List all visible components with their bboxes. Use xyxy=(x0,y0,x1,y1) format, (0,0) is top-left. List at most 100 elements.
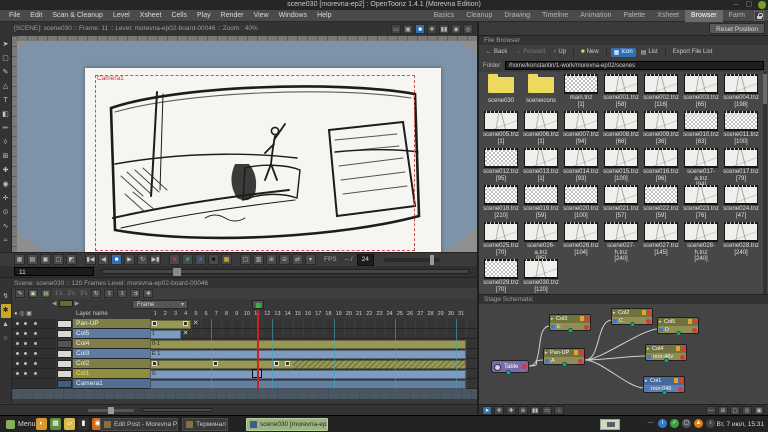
green-channel-button[interactable]: ■ xyxy=(182,254,193,265)
scene-file-item[interactable]: scene011.tnz[100] xyxy=(721,111,761,145)
scene-file-item[interactable]: scene027-h.tnz[240] xyxy=(601,222,641,263)
schematic-center-icon[interactable]: ◎ xyxy=(742,406,752,415)
input-port[interactable] xyxy=(647,355,651,359)
scene-file-item[interactable]: main.tnz[1] xyxy=(561,74,601,108)
xsheet-zoom-slider[interactable] xyxy=(88,409,134,412)
menu-render[interactable]: Render xyxy=(216,10,249,21)
visibility-toggle[interactable] xyxy=(34,372,37,375)
layer-name[interactable]: Col3 xyxy=(73,349,150,359)
reframe-icon[interactable]: ↻ xyxy=(91,289,101,298)
freeze-icon[interactable]: ▮▮ xyxy=(439,24,449,34)
room-tab-timeline[interactable]: Timeline xyxy=(536,10,574,22)
scene-file-item[interactable]: scene016.tnz[96] xyxy=(641,148,681,182)
schematic-pan-icon[interactable]: ✥ xyxy=(494,406,504,415)
import-cells-icon[interactable]: ⇩ xyxy=(117,289,127,298)
room-tab-xsheet[interactable]: Xsheet xyxy=(651,10,685,22)
tray-info-icon[interactable]: i xyxy=(658,419,667,428)
scene-file-item[interactable]: scene017-a.tnz[94] xyxy=(681,148,721,189)
flip-compare-button[interactable]: ⇄ xyxy=(292,254,303,265)
app-launcher-1-icon[interactable]: ◐ xyxy=(36,418,47,430)
layer-cells[interactable]: 1✕ xyxy=(150,319,477,329)
visibility-toggle[interactable] xyxy=(24,372,27,375)
style-picker-tool[interactable]: ✚ xyxy=(1,164,11,178)
room-tab-drawing[interactable]: Drawing xyxy=(498,10,536,22)
cadence-1[interactable]: 1's xyxy=(54,291,63,297)
scene-file-item[interactable]: scene014.tnz[93] xyxy=(561,148,601,182)
camstand-toggle-icon[interactable] xyxy=(580,316,584,321)
bottom-port[interactable] xyxy=(662,390,667,395)
geometric-tool[interactable]: △ xyxy=(1,80,11,94)
scene-file-item[interactable]: scene003.tnz[65] xyxy=(681,74,721,108)
visibility-toggle[interactable] xyxy=(24,352,27,355)
visibility-toggle[interactable] xyxy=(16,322,19,325)
layer-name[interactable]: Col4 xyxy=(73,339,150,349)
maximize-button[interactable]: ▢ xyxy=(745,1,753,9)
scene-file-item[interactable]: scene015.tnz[100] xyxy=(601,148,641,182)
plastic-tool[interactable]: ▲ xyxy=(1,318,11,332)
repeat-icon[interactable]: ⇉ xyxy=(130,289,140,298)
render-toggle-icon[interactable] xyxy=(579,350,583,355)
camstand-toggle-icon[interactable] xyxy=(642,310,646,315)
viewer-canvas[interactable]: Camera1 xyxy=(12,36,477,252)
room-tab-farm[interactable]: Farm xyxy=(723,10,751,22)
output-port[interactable] xyxy=(692,328,697,333)
edit-cell-icon[interactable]: ✎ xyxy=(15,289,25,298)
schematic-grid-icon[interactable]: ⊞ xyxy=(718,406,728,415)
scene-file-item[interactable]: scene010.tnz[83] xyxy=(681,111,721,145)
menu-file[interactable]: File xyxy=(4,10,25,21)
layer-row-col5[interactable]: Col51✕ xyxy=(12,329,477,339)
scene-file-item[interactable]: scene001.tnz[58] xyxy=(601,74,641,108)
visibility-toggle[interactable] xyxy=(34,322,37,325)
visibility-toggle[interactable] xyxy=(16,362,19,365)
lock-rooms-icon[interactable] xyxy=(754,11,764,21)
compare-snapshot-icon[interactable]: ▢ xyxy=(53,254,64,265)
last-frame-button[interactable]: ▶▮ xyxy=(150,254,161,265)
play-button[interactable]: ▶ xyxy=(124,254,135,265)
keyframe-icon[interactable] xyxy=(152,321,157,326)
control-point-editor-tool[interactable]: ✛ xyxy=(1,192,11,206)
scene-file-item[interactable]: scene008.tnz[66] xyxy=(601,111,641,145)
camstand-toggle-icon[interactable] xyxy=(676,346,680,351)
folder-path-input[interactable]: /home/konstantin/1-work/morevna-ep02/sce… xyxy=(505,61,764,70)
xsheet-titlebar[interactable]: Scene: scene030 :: 120 Frames Level: mor… xyxy=(0,277,477,288)
scene-file-item[interactable]: scene024.tnz[47] xyxy=(721,185,761,219)
eraser-tool[interactable]: ◊ xyxy=(1,136,11,150)
start-menu-button[interactable]: Menu xyxy=(2,418,40,431)
menu-play[interactable]: Play xyxy=(192,10,216,21)
keyframe-icon[interactable] xyxy=(213,361,218,366)
histogram-button[interactable]: ▥ xyxy=(253,254,264,265)
node-col1[interactable]: Col1mor-046 xyxy=(643,376,685,393)
room-tab-basics[interactable]: Basics xyxy=(428,10,461,22)
bottom-port[interactable] xyxy=(506,370,511,375)
schematic-focus-icon[interactable]: ⊕ xyxy=(518,406,528,415)
locator-button[interactable]: ⊕ xyxy=(266,254,277,265)
scene-file-item[interactable]: scene022.tnz[59] xyxy=(641,185,681,219)
render-toggle-icon[interactable] xyxy=(679,378,683,383)
tray-updates-ok-icon[interactable]: ✓ xyxy=(670,419,679,428)
output-port[interactable] xyxy=(522,364,527,369)
blue-channel-button[interactable]: ■ xyxy=(195,254,206,265)
room-tab-browser[interactable]: Browser xyxy=(685,10,723,22)
input-port[interactable] xyxy=(613,319,617,323)
visibility-toggle[interactable] xyxy=(16,342,19,345)
input-port[interactable] xyxy=(545,359,549,363)
schematic-box-icon[interactable]: ▭ xyxy=(542,406,552,415)
layer-row-col1[interactable]: Col10- xyxy=(12,369,477,379)
layer-name[interactable]: Camera1 xyxy=(73,379,150,389)
xsheet-scrollbar[interactable] xyxy=(142,408,212,412)
scene-file-item[interactable]: scene026-a.tnz[85] xyxy=(521,222,561,263)
layer-row-pan-up[interactable]: Pan-UP1✕ xyxy=(12,319,477,329)
playhead-line[interactable] xyxy=(257,310,259,389)
icon-view-button[interactable]: ▦Icon xyxy=(611,48,636,57)
list-view-button[interactable]: ▤List xyxy=(638,48,661,57)
matte-channel-button[interactable]: ■ xyxy=(208,254,219,265)
layer-cells[interactable]: 0-1 xyxy=(150,339,477,349)
camstand-toggle-icon[interactable] xyxy=(688,319,692,324)
tape-tool[interactable]: ⊞ xyxy=(1,150,11,164)
forward-button[interactable]: →Forward xyxy=(512,48,548,56)
camera-view-icon[interactable]: ▣ xyxy=(403,24,413,34)
prev-frame-button[interactable]: ◀ xyxy=(98,254,109,265)
tray-dash-icon[interactable]: — xyxy=(646,419,655,428)
schematic-switch-icon[interactable]: ▣ xyxy=(754,406,764,415)
table-view-icon[interactable]: ■ xyxy=(415,24,425,34)
